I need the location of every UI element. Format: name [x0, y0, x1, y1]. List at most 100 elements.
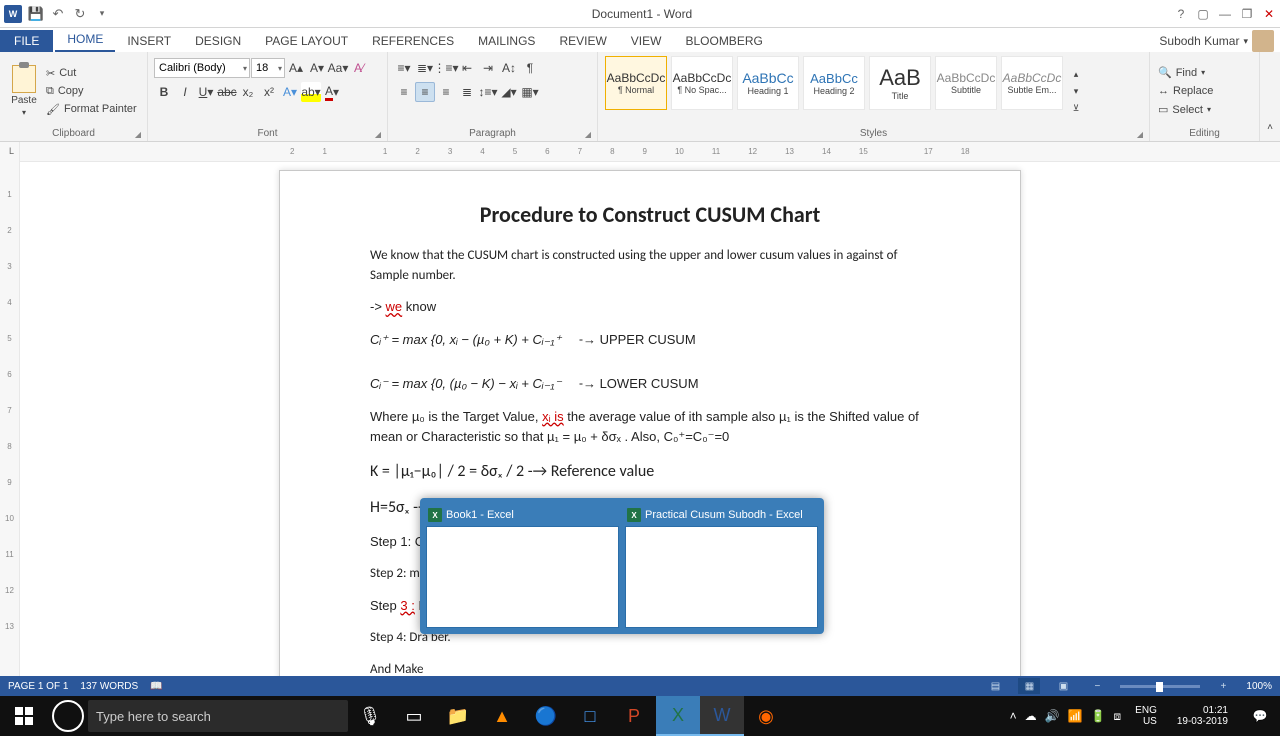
- vlc-icon[interactable]: ▲: [480, 696, 524, 736]
- borders-icon[interactable]: ▦▾: [520, 82, 540, 102]
- onedrive-icon[interactable]: ☁: [1025, 709, 1037, 723]
- print-layout-icon[interactable]: ▦: [1018, 678, 1040, 694]
- save-icon[interactable]: 💾: [28, 6, 44, 22]
- text-effects-icon[interactable]: A▾: [280, 82, 300, 102]
- style-heading2[interactable]: AaBbCcHeading 2: [803, 56, 865, 110]
- word-taskbar-icon[interactable]: W: [700, 696, 744, 736]
- font-size-select[interactable]: 18: [251, 58, 285, 78]
- ribbon-display-icon[interactable]: ▢: [1192, 3, 1214, 25]
- bold-button[interactable]: B: [154, 82, 174, 102]
- sort-icon[interactable]: A↕: [499, 58, 519, 78]
- file-explorer-icon[interactable]: 📁: [436, 696, 480, 736]
- multilevel-icon[interactable]: ⋮≡▾: [436, 58, 456, 78]
- numbering-icon[interactable]: ≣▾: [415, 58, 435, 78]
- action-center-icon[interactable]: 💬: [1242, 696, 1278, 736]
- dropbox-icon[interactable]: ⧈: [1114, 709, 1122, 724]
- shrink-font-icon[interactable]: A▾: [307, 58, 327, 78]
- read-mode-icon[interactable]: ▤: [984, 678, 1006, 694]
- styles-down-icon[interactable]: ▾: [1066, 83, 1086, 99]
- replace-button[interactable]: ↔Replace: [1156, 83, 1253, 99]
- zoom-in-icon[interactable]: +: [1212, 678, 1234, 694]
- underline-button[interactable]: U▾: [196, 82, 216, 102]
- style-normal[interactable]: AaBbCcDc¶ Normal: [605, 56, 667, 110]
- decrease-indent-icon[interactable]: ⇤: [457, 58, 477, 78]
- superscript-button[interactable]: x²: [259, 82, 279, 102]
- grow-font-icon[interactable]: A▴: [286, 58, 306, 78]
- minimize-icon[interactable]: —: [1214, 3, 1236, 25]
- start-button[interactable]: [0, 696, 48, 736]
- web-layout-icon[interactable]: ▣: [1052, 678, 1074, 694]
- clear-format-icon[interactable]: A⁄: [349, 58, 369, 78]
- qat-customize-icon[interactable]: ▾: [94, 6, 110, 22]
- status-proof-icon[interactable]: 📖: [150, 681, 162, 692]
- tab-view[interactable]: VIEW: [619, 30, 674, 52]
- status-page[interactable]: PAGE 1 OF 1: [8, 681, 68, 692]
- align-right-icon[interactable]: ≡: [436, 82, 456, 102]
- recorder-icon[interactable]: ◉: [744, 696, 788, 736]
- task-view-icon[interactable]: ▭: [392, 696, 436, 736]
- bullets-icon[interactable]: ≡▾: [394, 58, 414, 78]
- volume-icon[interactable]: 🔊: [1045, 709, 1060, 723]
- redo-icon[interactable]: ↻: [72, 6, 88, 22]
- line-spacing-icon[interactable]: ↕≡▾: [478, 82, 498, 102]
- zoom-level[interactable]: 100%: [1246, 681, 1272, 692]
- zoom-slider[interactable]: [1120, 685, 1200, 688]
- font-color-icon[interactable]: A▾: [322, 82, 342, 102]
- change-case-icon[interactable]: Aa▾: [328, 58, 348, 78]
- align-left-icon[interactable]: ≡: [394, 82, 414, 102]
- tab-references[interactable]: REFERENCES: [360, 30, 466, 52]
- app-icon[interactable]: □: [568, 696, 612, 736]
- strike-button[interactable]: abc: [217, 82, 237, 102]
- styles-dialog-icon[interactable]: ◢: [1137, 130, 1143, 139]
- paragraph-dialog-icon[interactable]: ◢: [585, 130, 591, 139]
- close-icon[interactable]: ✕: [1258, 3, 1280, 25]
- show-marks-icon[interactable]: ¶: [520, 58, 540, 78]
- find-button[interactable]: 🔍Find▾: [1156, 64, 1253, 81]
- style-subtle-em[interactable]: AaBbCcDcSubtle Em...: [1001, 56, 1063, 110]
- style-no-spacing[interactable]: AaBbCcDc¶ No Spac...: [671, 56, 733, 110]
- battery-icon[interactable]: 🔋: [1091, 709, 1106, 723]
- restore-icon[interactable]: ❐: [1236, 3, 1258, 25]
- tray-chevron-icon[interactable]: ˄: [1010, 709, 1017, 723]
- excel-taskbar-icon[interactable]: X: [656, 696, 700, 736]
- wifi-icon[interactable]: 📶: [1068, 709, 1083, 723]
- account-name[interactable]: Subodh Kumar▾: [1153, 30, 1280, 52]
- paste-button[interactable]: Paste ▾: [6, 54, 42, 128]
- mic-icon[interactable]: 🎙: [348, 696, 392, 736]
- undo-icon[interactable]: ↶: [50, 6, 66, 22]
- styles-up-icon[interactable]: ▴: [1066, 66, 1086, 82]
- shading-icon[interactable]: ◢▾: [499, 82, 519, 102]
- font-family-select[interactable]: Calibri (Body): [154, 58, 250, 78]
- tab-page-layout[interactable]: PAGE LAYOUT: [253, 30, 360, 52]
- zoom-out-icon[interactable]: −: [1086, 678, 1108, 694]
- tab-home[interactable]: HOME: [55, 28, 115, 52]
- tab-design[interactable]: DESIGN: [183, 30, 253, 52]
- align-center-icon[interactable]: ≡: [415, 82, 435, 102]
- tab-review[interactable]: REVIEW: [547, 30, 618, 52]
- tab-file[interactable]: FILE: [0, 30, 53, 52]
- preview-excel-book1[interactable]: XBook1 - Excel: [426, 504, 619, 628]
- format-painter-button[interactable]: 🖌Format Painter: [44, 102, 139, 117]
- copy-button[interactable]: ⧉Copy: [44, 84, 139, 99]
- powerpoint-icon[interactable]: P: [612, 696, 656, 736]
- taskbar-lang[interactable]: ENGUS: [1129, 705, 1163, 727]
- status-words[interactable]: 137 WORDS: [80, 681, 138, 692]
- search-input[interactable]: Type here to search: [88, 700, 348, 732]
- highlight-icon[interactable]: ab▾: [301, 82, 321, 102]
- style-title[interactable]: AaBTitle: [869, 56, 931, 110]
- italic-button[interactable]: I: [175, 82, 195, 102]
- font-dialog-icon[interactable]: ◢: [375, 130, 381, 139]
- justify-icon[interactable]: ≣: [457, 82, 477, 102]
- help-icon[interactable]: ?: [1170, 3, 1192, 25]
- preview-excel-practical[interactable]: XPractical Cusum Subodh - Excel: [625, 504, 818, 628]
- taskbar-clock[interactable]: 01:2119-03-2019: [1171, 705, 1234, 727]
- chrome-icon[interactable]: 🔵: [524, 696, 568, 736]
- style-subtitle[interactable]: AaBbCcDcSubtitle: [935, 56, 997, 110]
- cortana-icon[interactable]: [52, 700, 84, 732]
- clipboard-dialog-icon[interactable]: ◢: [135, 130, 141, 139]
- cut-button[interactable]: ✂Cut: [44, 66, 139, 81]
- tab-insert[interactable]: INSERT: [115, 30, 183, 52]
- tab-bloomberg[interactable]: BLOOMBERG: [673, 30, 774, 52]
- styles-more-icon[interactable]: ⊻: [1066, 100, 1086, 116]
- collapse-ribbon-icon[interactable]: ˄: [1260, 117, 1280, 137]
